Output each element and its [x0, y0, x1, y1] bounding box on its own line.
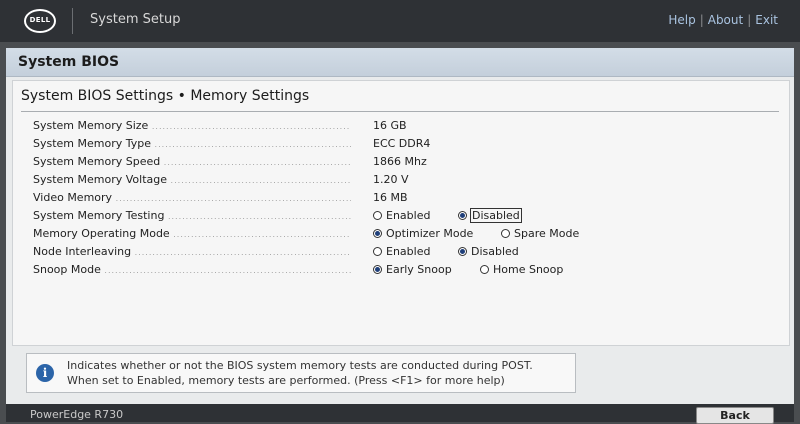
- radio-unchecked-icon: [373, 246, 382, 256]
- info-icon: i: [36, 364, 54, 382]
- model-name: PowerEdge R730: [30, 408, 124, 421]
- memory-testing-disabled-radio[interactable]: Disabled: [458, 208, 522, 223]
- setting-value: 1.20 V: [373, 173, 409, 186]
- option-label: Enabled: [386, 209, 431, 222]
- setting-label: Memory Operating Mode: [33, 227, 351, 240]
- help-line-1: Indicates whether or not the BIOS system…: [67, 359, 533, 372]
- setting-label: System Memory Speed: [33, 155, 351, 168]
- setting-value: 1866 Mhz: [373, 155, 427, 168]
- main-frame: System BIOS System BIOS Settings • Memor…: [6, 48, 794, 422]
- setting-memory-speed: System Memory Speed 1866 Mhz: [33, 153, 773, 171]
- setting-memory-testing: System Memory Testing Enabled Disabled: [33, 207, 773, 225]
- exit-link[interactable]: Exit: [755, 13, 778, 27]
- page-header: System BIOS: [6, 48, 794, 77]
- link-separator: |: [699, 13, 704, 27]
- setting-value: ECC DDR4: [373, 137, 431, 150]
- radio-checked-icon: [373, 228, 382, 238]
- setting-label: System Memory Testing: [33, 209, 351, 222]
- option-label: Home Snoop: [493, 263, 564, 276]
- section-title: System BIOS Settings • Memory Settings: [21, 88, 310, 104]
- setting-label: System Memory Type: [33, 137, 351, 150]
- link-separator: |: [747, 13, 752, 27]
- settings-panel: System BIOS Settings • Memory Settings S…: [12, 80, 790, 346]
- header-links: Help | About | Exit: [668, 13, 778, 27]
- home-snoop-radio[interactable]: Home Snoop: [480, 263, 563, 276]
- setting-memory-size: System Memory Size 16 GB: [33, 117, 773, 135]
- optimizer-mode-radio[interactable]: Optimizer Mode: [373, 227, 473, 240]
- radio-unchecked-icon: [480, 264, 489, 274]
- setting-node-interleaving: Node Interleaving Enabled Disabled: [33, 243, 773, 261]
- memory-testing-enabled-radio[interactable]: Enabled: [373, 209, 430, 222]
- footer-bar: PowerEdge R730 Back: [6, 404, 794, 424]
- node-interleaving-disabled-radio[interactable]: Disabled: [458, 245, 519, 258]
- radio-checked-icon: [458, 246, 467, 256]
- option-label: Disabled: [471, 245, 519, 258]
- about-link[interactable]: About: [708, 13, 743, 27]
- early-snoop-radio[interactable]: Early Snoop: [373, 263, 452, 276]
- radio-unchecked-icon: [373, 210, 382, 220]
- option-label: Enabled: [386, 245, 431, 258]
- setting-label: Snoop Mode: [33, 263, 351, 276]
- top-bar: DELL System Setup Help | About | Exit: [0, 0, 800, 42]
- radio-unchecked-icon: [501, 228, 510, 238]
- option-label: Spare Mode: [514, 227, 580, 240]
- help-text: Indicates whether or not the BIOS system…: [67, 358, 533, 388]
- setting-video-memory: Video Memory 16 MB: [33, 189, 773, 207]
- option-label: Disabled: [470, 208, 522, 223]
- option-label: Early Snoop: [386, 263, 452, 276]
- back-button[interactable]: Back: [696, 407, 774, 424]
- setting-label: Node Interleaving: [33, 245, 351, 258]
- setting-value: 16 MB: [373, 191, 408, 204]
- header-divider: [72, 8, 73, 34]
- setting-label: System Memory Voltage: [33, 173, 351, 186]
- logo-text: DELL: [29, 16, 51, 24]
- app-title: System Setup: [90, 12, 181, 27]
- setting-snoop-mode: Snoop Mode Early Snoop Home Snoop: [33, 261, 773, 279]
- setting-memory-type: System Memory Type ECC DDR4: [33, 135, 773, 153]
- setting-operating-mode: Memory Operating Mode Optimizer Mode Spa…: [33, 225, 773, 243]
- help-link[interactable]: Help: [668, 13, 695, 27]
- radio-checked-icon: [373, 264, 382, 274]
- node-interleaving-enabled-radio[interactable]: Enabled: [373, 245, 430, 258]
- setting-label: Video Memory: [33, 191, 351, 204]
- dell-logo-icon: DELL: [24, 9, 56, 33]
- help-box: i Indicates whether or not the BIOS syst…: [26, 353, 576, 393]
- setting-memory-voltage: System Memory Voltage 1.20 V: [33, 171, 773, 189]
- setting-label: System Memory Size: [33, 119, 351, 132]
- spare-mode-radio[interactable]: Spare Mode: [501, 227, 579, 240]
- radio-checked-icon: [458, 210, 467, 220]
- page-title: System BIOS: [18, 54, 120, 70]
- help-line-2: When set to Enabled, memory tests are pe…: [67, 374, 505, 387]
- section-divider: [21, 111, 779, 112]
- setting-value: 16 GB: [373, 119, 407, 132]
- option-label: Optimizer Mode: [386, 227, 474, 240]
